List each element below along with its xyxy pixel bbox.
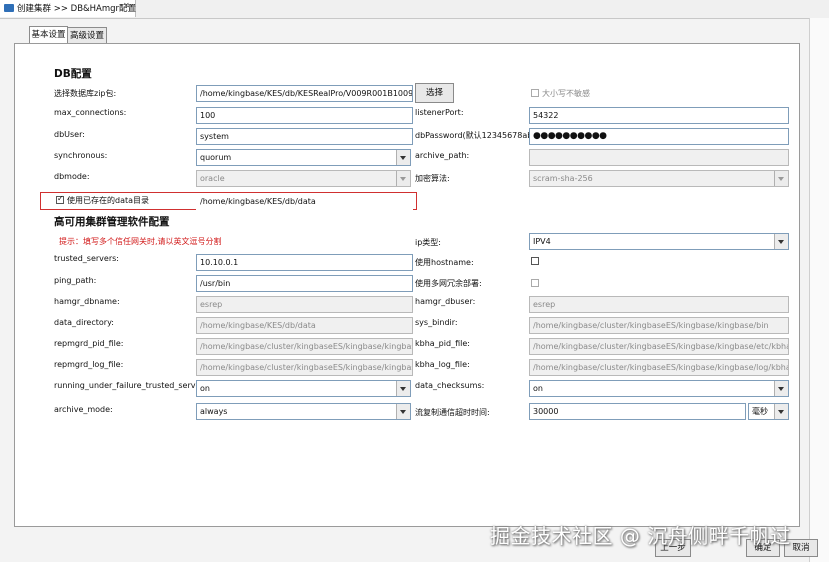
archive-path-label: archive_path:	[415, 151, 470, 160]
ip-type-select[interactable]: IPV4	[529, 233, 789, 250]
repmgrd-log-field[interactable]: /home/kingbase/cluster/kingbaseES/kingba…	[196, 359, 413, 376]
archive-mode-label: archive_mode:	[54, 405, 113, 414]
multinet-label: 使用多网冗余部署:	[415, 279, 482, 288]
multinet-checkbox[interactable]	[531, 279, 539, 287]
encrypt-label: 加密算法:	[415, 174, 450, 183]
dbmode-select[interactable]: oracle	[196, 170, 411, 187]
window-app-icon	[4, 4, 14, 12]
use-existing-data-checkbox[interactable]	[56, 194, 64, 204]
repmgrd-pid-label: repmgrd_pid_file:	[54, 339, 124, 348]
ping-path-field[interactable]: /usr/bin	[196, 275, 413, 292]
window-tab-bar: 创建集群 >> DB&HAmgr配置 ✕	[0, 0, 829, 19]
stream-timeout-field[interactable]: 30000	[529, 403, 746, 420]
case-insensitive-label: 大小写不敏感	[542, 89, 590, 98]
data-checksums-value: on	[533, 384, 543, 393]
trusted-servers-field[interactable]: 10.10.0.1	[196, 254, 413, 271]
window-tab[interactable]: 创建集群 >> DB&HAmgr配置 ✕	[0, 0, 136, 17]
chevron-down-icon[interactable]	[396, 381, 410, 396]
kbha-pid-label: kbha_pid_file:	[415, 339, 470, 348]
repmgrd-pid-field[interactable]: /home/kingbase/cluster/kingbaseES/kingba…	[196, 338, 413, 355]
dbpassword-field[interactable]: ●●●●●●●●●●	[529, 128, 789, 145]
hamgr-dbuser-field[interactable]: esrep	[529, 296, 789, 313]
encrypt-select[interactable]: scram-sha-256	[529, 170, 789, 187]
data-checksums-select[interactable]: on	[529, 380, 789, 397]
chevron-down-icon[interactable]	[774, 234, 788, 249]
chevron-down-icon[interactable]	[774, 171, 788, 186]
archive-path-field[interactable]	[529, 149, 789, 166]
trusted-servers-label: trusted_servers:	[54, 254, 119, 263]
watermark: 掘金技术社区 @ 沉舟侧畔千帆过	[490, 524, 791, 548]
stream-timeout-label: 流复制通信超时时间:	[415, 408, 490, 417]
dbuser-field[interactable]: system	[196, 128, 413, 145]
db-section-heading: DB配置	[54, 68, 92, 80]
kbha-log-field[interactable]: /home/kingbase/cluster/kingbaseES/kingba…	[529, 359, 789, 376]
kbha-log-label: kbha_log_file:	[415, 360, 470, 369]
dbmode-value: oracle	[200, 174, 225, 183]
archive-mode-value: always	[200, 407, 228, 416]
kbha-pid-field[interactable]: /home/kingbase/cluster/kingbaseES/kingba…	[529, 338, 789, 355]
data-checksums-label: data_checksums:	[415, 381, 485, 390]
use-hostname-label: 使用hostname:	[415, 258, 474, 267]
running-under-failure-label: running_under_failure_trusted_servers:	[54, 381, 211, 390]
tab-advanced-settings[interactable]: 高级设置	[67, 27, 107, 44]
dbpassword-label: dbPassword(默认12345678ab):	[415, 131, 539, 140]
repmgrd-log-label: repmgrd_log_file:	[54, 360, 124, 369]
sys-bindir-field[interactable]: /home/kingbase/cluster/kingbaseES/kingba…	[529, 317, 789, 334]
ip-type-label: ip类型:	[415, 238, 441, 247]
side-panel	[809, 18, 829, 562]
use-existing-data-label: 使用已存在的data目录	[67, 196, 150, 205]
window-tab-title: 创建集群 >> DB&HAmgr配置	[17, 4, 137, 14]
archive-mode-select[interactable]: always	[196, 403, 411, 420]
sys-bindir-label: sys_bindir:	[415, 318, 458, 327]
listenerport-label: listenerPort:	[415, 108, 464, 117]
synchronous-label: synchronous:	[54, 151, 108, 160]
chevron-down-icon[interactable]	[396, 404, 410, 419]
dbuser-label: dbUser:	[54, 130, 85, 139]
data-directory-label: data_directory:	[54, 318, 114, 327]
hamgr-dbuser-label: hamgr_dbuser:	[415, 297, 476, 306]
existing-data-path-field[interactable]: /home/kingbase/KES/db/data	[196, 193, 413, 210]
zip-path-field[interactable]: /home/kingbase/KES/db/KESRealPro/V009R00…	[196, 85, 413, 102]
dbmode-label: dbmode:	[54, 172, 90, 181]
running-under-failure-value: on	[200, 384, 210, 393]
ping-path-label: ping_path:	[54, 276, 97, 285]
running-under-failure-select[interactable]: on	[196, 380, 411, 397]
hamgr-dbname-label: hamgr_dbname:	[54, 297, 120, 306]
close-icon[interactable]: ✕	[123, 1, 130, 10]
synchronous-value: quorum	[200, 153, 232, 162]
ip-type-value: IPV4	[533, 237, 551, 246]
choose-zip-button[interactable]: 选择	[415, 83, 454, 103]
use-hostname-checkbox[interactable]	[531, 257, 539, 265]
hint-text: 提示：填写多个信任网关时,请以英文逗号分割	[59, 237, 222, 246]
chevron-down-icon[interactable]	[774, 381, 788, 396]
chevron-down-icon[interactable]	[396, 171, 410, 186]
stream-timeout-unit-value: 毫秒	[752, 407, 768, 416]
listenerport-field[interactable]: 54322	[529, 107, 789, 124]
case-insensitive-checkbox[interactable]	[531, 89, 539, 97]
chevron-down-icon[interactable]	[774, 404, 788, 419]
chevron-down-icon[interactable]	[396, 150, 410, 165]
stream-timeout-unit-select[interactable]: 毫秒	[748, 403, 789, 420]
hamgr-dbname-field[interactable]: esrep	[196, 296, 413, 313]
synchronous-select[interactable]: quorum	[196, 149, 411, 166]
encrypt-value: scram-sha-256	[533, 174, 593, 183]
data-directory-field[interactable]: /home/kingbase/KES/db/data	[196, 317, 413, 334]
max-connections-field[interactable]: 100	[196, 107, 413, 124]
zip-label: 选择数据库zip包:	[54, 89, 117, 98]
max-connections-label: max_connections:	[54, 108, 127, 117]
ha-section-heading: 高可用集群管理软件配置	[54, 216, 170, 228]
